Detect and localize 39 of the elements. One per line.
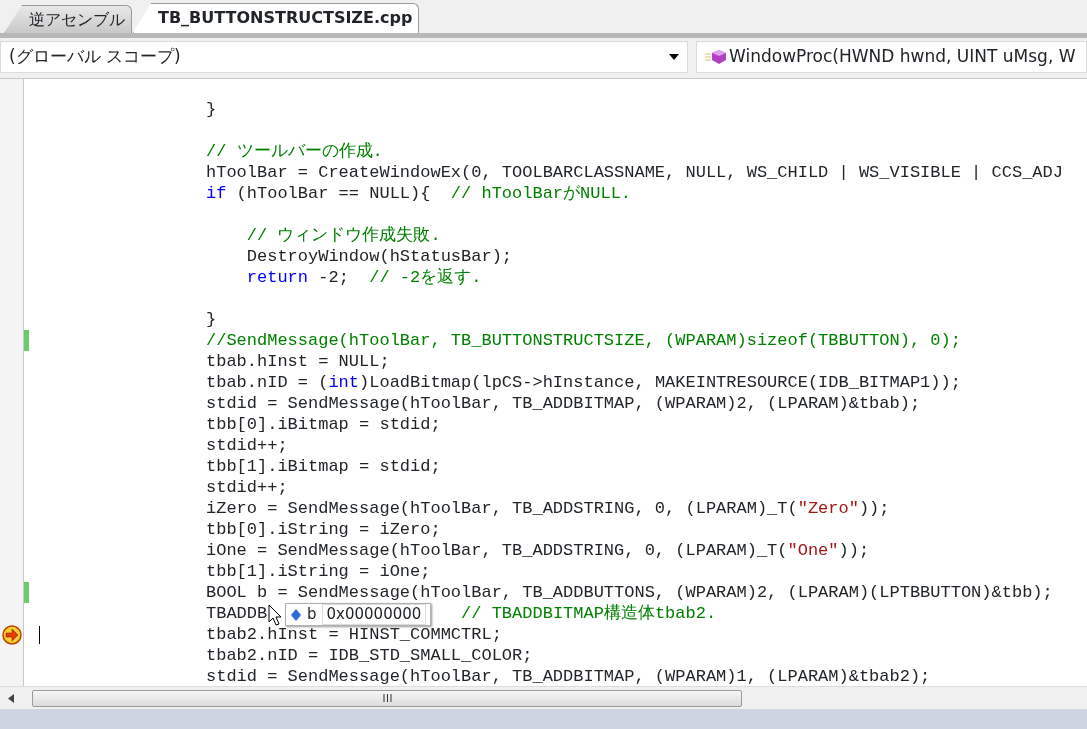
code-line: tbb[1].iBitmap = stdid; bbox=[206, 457, 441, 476]
code-line: tbab.hInst = NULL; bbox=[206, 352, 390, 371]
code-line: stdid++; bbox=[206, 436, 288, 455]
code-fragment: TBADDB bbox=[206, 604, 268, 623]
scrollbar-thumb[interactable] bbox=[32, 689, 742, 707]
code-line: DestroyWindow(hStatusBar); bbox=[245, 247, 513, 266]
variable-name: b bbox=[307, 604, 317, 626]
code-line: tbab2.hInst = HINST_COMMCTRL; bbox=[206, 625, 502, 644]
code-line: // ウィンドウ作成失敗. bbox=[245, 226, 441, 245]
code-line: BOOL b = SendMessage(hToolBar, TB_ADDBUTTONS, (WPARAM)2, (LPARAM)(LPTBBUTTON)&tbb); bbox=[206, 583, 1053, 602]
variable-value: 0x00000000 bbox=[321, 604, 427, 625]
code-line: } bbox=[206, 310, 217, 329]
code-line: iOne = SendMessage(hToolBar, TB_ADDSTRING, 0, (LPARAM)_T("One")); bbox=[206, 541, 870, 560]
method-icon bbox=[705, 49, 727, 65]
code-line: stdid = SendMessage(hToolBar, TB_ADDBITMAP, (WPARAM)1, (LPARAM)&tbab2); bbox=[206, 667, 931, 686]
code-line: tbb[0].iBitmap = stdid; bbox=[206, 415, 441, 434]
code-line: } bbox=[206, 100, 217, 119]
editor-tab[interactable]: 逆アセンブル bbox=[4, 5, 132, 33]
scope-dropdown[interactable]: (グローバル スコープ) bbox=[0, 41, 688, 73]
code-line: stdid++; bbox=[206, 478, 288, 497]
code-line: hToolBar = CreateWindowEx(0, TOOLBARCLASSNAME, NULL, WS_CHILD | WS_VISIBLE | CCS_ADJ bbox=[206, 163, 1063, 182]
variable-icon bbox=[290, 607, 302, 622]
code-line: return -2; // -2を返す. bbox=[245, 268, 482, 287]
code-line: //SendMessage(hToolBar, TB_BUTTONSTRUCTSIZE, (WPARAM)sizeof(TBBUTTON), 0); bbox=[206, 331, 961, 350]
text-cursor bbox=[39, 626, 40, 644]
scroll-left-icon[interactable] bbox=[8, 693, 14, 703]
code-line: tbab.nID = (int)LoadBitmap(lpCS->hInstance, MAKEINTRESOURCE(IDB_BITMAP1)); bbox=[206, 373, 961, 392]
code-line: tbab2.nID = IDB_STD_SMALL_COLOR; bbox=[206, 646, 533, 665]
code-line: iZero = SendMessage(hToolBar, TB_ADDSTRING, 0, (LPARAM)_T("Zero")); bbox=[206, 499, 890, 518]
dropdown-arrow-icon bbox=[669, 54, 679, 60]
code-line: stdid = SendMessage(hToolBar, TB_ADDBITMAP, (WPARAM)2, (LPARAM)&tbab); bbox=[206, 394, 921, 413]
member-dropdown[interactable]: WindowProc(HWND hwnd, UINT uMsg, W bbox=[696, 41, 1087, 73]
code-line: // ツールバーの作成. bbox=[206, 142, 383, 161]
mouse-pointer-icon bbox=[268, 604, 282, 626]
editor-tab[interactable]: TB_BUTTONSTRUCTSIZE.cpp bbox=[133, 3, 420, 33]
code-fragment: // TBADDBITMAP構造体tbab2. bbox=[461, 604, 717, 623]
code-line: tbb[0].iString = iZero; bbox=[206, 520, 441, 539]
code-line: tbb[1].iString = iOne; bbox=[206, 562, 431, 581]
code-line: if (hToolBar == NULL){ // hToolBarがNULL. bbox=[206, 184, 632, 203]
